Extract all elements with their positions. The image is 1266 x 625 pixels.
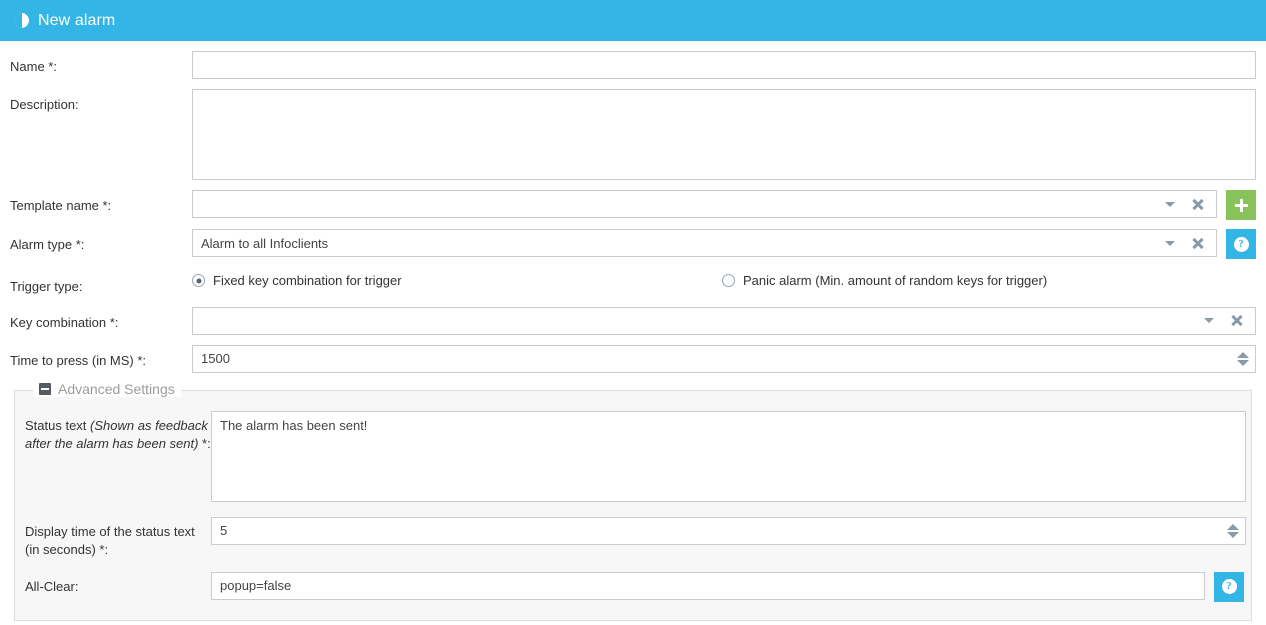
description-control — [192, 89, 1256, 180]
advanced-settings-legend-label: Advanced Settings — [58, 380, 175, 397]
radio-panic-alarm-label: Panic alarm (Min. amount of random keys … — [743, 273, 1048, 288]
all-clear-input[interactable] — [211, 571, 1205, 600]
chevron-down-icon[interactable] — [1165, 201, 1175, 207]
spinner-up-icon[interactable] — [1237, 351, 1249, 358]
status-text-label-main: Status text — [25, 417, 91, 433]
time-to-press-input[interactable] — [192, 344, 1256, 373]
key-combination-control — [192, 306, 1256, 335]
status-text-textarea[interactable]: The alarm has been sent! — [211, 410, 1246, 502]
advanced-settings-legend[interactable]: Advanced Settings — [33, 380, 181, 397]
display-time-control — [211, 516, 1246, 545]
field-row-key-combination: Key combination *: — [0, 306, 1266, 335]
time-to-press-spinner-wrap — [192, 344, 1256, 373]
trigger-type-label: Trigger type: — [10, 279, 83, 294]
field-row-time-to-press: Time to press (in MS) *: — [0, 344, 1266, 373]
trigger-type-radio-group: Fixed key combination for trigger Panic … — [192, 271, 1256, 288]
spinner-up-down-icon[interactable] — [1237, 351, 1249, 366]
contrast-circle-icon — [14, 13, 29, 28]
page-title: New alarm — [38, 11, 116, 29]
spinner-down-icon[interactable] — [1237, 359, 1249, 366]
chevron-down-icon[interactable] — [1204, 318, 1214, 324]
template-name-label: Template name *: — [10, 198, 112, 213]
template-name-select[interactable] — [192, 190, 1217, 218]
clear-x-icon[interactable] — [1230, 314, 1243, 327]
alarm-type-help-button[interactable]: ? — [1226, 229, 1256, 259]
chevron-down-icon[interactable] — [1165, 240, 1175, 246]
trigger-type-control: Fixed key combination for trigger Panic … — [192, 271, 1256, 288]
new-alarm-form: Name *: Description: Template name *: Al… — [0, 51, 1266, 621]
field-row-name: Name *: — [0, 51, 1266, 79]
key-combination-label: Key combination *: — [10, 314, 119, 330]
status-text-label-suffix: *: — [198, 435, 211, 451]
spinner-up-icon[interactable] — [1227, 523, 1239, 530]
key-combination-select[interactable] — [192, 306, 1256, 335]
question-mark-icon: ? — [1233, 236, 1249, 252]
question-mark-icon: ? — [1221, 579, 1237, 595]
name-control — [192, 51, 1256, 79]
all-clear-help-button[interactable]: ? — [1214, 571, 1244, 602]
field-row-alarm-type: Alarm type *: Alarm to all Infoclients ? — [0, 229, 1266, 259]
field-row-display-time: Display time of the status text (in seco… — [25, 516, 1246, 559]
display-time-label: Display time of the status text (in seco… — [25, 523, 195, 557]
alarm-type-control: Alarm to all Infoclients ? — [192, 229, 1256, 259]
all-clear-control: ? — [211, 571, 1244, 602]
all-clear-label: All-Clear: — [25, 578, 79, 594]
window-titlebar: New alarm — [0, 0, 1266, 41]
field-row-status-text: Status text (Shown as feedback after the… — [25, 410, 1246, 502]
status-text-control: The alarm has been sent! — [211, 410, 1246, 502]
radio-fixed-key-combination[interactable]: Fixed key combination for trigger — [192, 273, 722, 288]
field-row-template-name: Template name *: — [0, 190, 1266, 220]
alarm-type-value: Alarm to all Infoclients — [201, 235, 329, 251]
add-template-button[interactable] — [1226, 190, 1256, 220]
display-time-input[interactable] — [211, 516, 1246, 545]
display-time-spinner-wrap — [211, 516, 1246, 545]
collapse-minus-icon[interactable] — [39, 382, 51, 395]
time-to-press-label: Time to press (in MS) *: — [10, 352, 147, 368]
field-row-trigger-type: Trigger type: Fixed key combination for … — [0, 271, 1266, 296]
name-input[interactable] — [192, 51, 1256, 79]
clear-x-icon[interactable] — [1191, 237, 1204, 250]
radio-fixed-key-combination-label: Fixed key combination for trigger — [213, 273, 402, 288]
time-to-press-control — [192, 344, 1256, 373]
alarm-type-label: Alarm type *: — [10, 237, 85, 252]
field-row-description: Description: — [0, 89, 1266, 180]
alarm-type-select[interactable]: Alarm to all Infoclients — [192, 229, 1217, 257]
radio-panic-alarm[interactable]: Panic alarm (Min. amount of random keys … — [722, 273, 1047, 288]
description-textarea[interactable] — [192, 89, 1256, 180]
spinner-down-icon[interactable] — [1227, 531, 1239, 538]
status-text-label: Status text (Shown as feedback after the… — [25, 411, 211, 453]
field-row-all-clear: All-Clear: ? — [25, 571, 1244, 602]
template-name-control — [192, 190, 1256, 220]
description-label: Description: — [10, 97, 79, 112]
plus-icon — [1234, 198, 1248, 212]
clear-x-icon[interactable] — [1191, 198, 1204, 211]
name-label: Name *: — [10, 59, 57, 74]
radio-selected-icon[interactable] — [192, 274, 205, 287]
spinner-up-down-icon[interactable] — [1227, 523, 1239, 538]
radio-unselected-icon[interactable] — [722, 274, 735, 287]
advanced-settings-panel: Advanced Settings Status text (Shown as … — [14, 380, 1252, 621]
advanced-settings-body: Status text (Shown as feedback after the… — [15, 391, 1251, 602]
